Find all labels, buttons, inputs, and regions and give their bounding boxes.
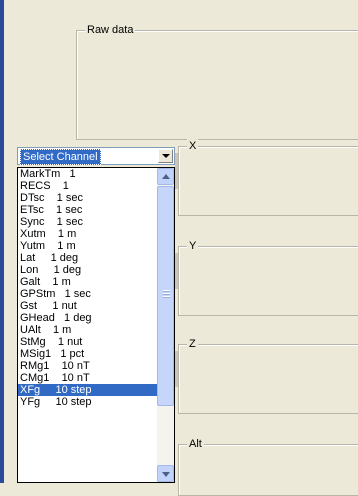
channel-list-item[interactable]: DTsc 1 sec [18,192,157,204]
y-plot-group: Y [175,239,358,316]
channel-listbox[interactable]: MarkTm 1 RECS 1 DTsc 1 sec ETsc 1 sec Sync 1… [17,167,175,483]
channel-list-item[interactable]: Lon 1 deg [18,264,157,276]
channel-list-item[interactable]: UAlt 1 m [18,324,157,336]
channel-list-item[interactable]: GHead 1 deg [18,312,157,324]
y-plot-label: Y [187,239,199,253]
channel-list-item[interactable]: ETsc 1 sec [18,204,157,216]
z-plot-group: Z [175,337,358,414]
chevron-down-icon [162,472,170,477]
plot-divider [175,153,178,189]
channel-list-item[interactable]: RMg1 10 nT [18,360,157,372]
channel-list-item[interactable]: XFg 10 step [18,384,157,396]
channel-list-item[interactable]: Gst 1 nut [18,300,157,312]
channel-select-dropdown[interactable]: Select Channel [17,147,175,165]
channel-select-value: Select Channel [20,149,101,165]
plot-divider [175,253,178,289]
channel-list-item[interactable]: RECS 1 [18,180,157,192]
channel-list-item[interactable]: CMg1 10 nT [18,372,157,384]
chevron-up-icon [162,174,170,179]
scroll-down-button[interactable] [157,465,174,482]
channel-list-item[interactable]: StMg 1 nut [18,336,157,348]
channel-list: MarkTm 1 RECS 1 DTsc 1 sec ETsc 1 sec Sync 1… [18,168,157,408]
channel-list-item[interactable]: MarkTm 1 [18,168,157,180]
scroll-thumb[interactable] [157,186,174,406]
channel-list-item[interactable]: GPStm 1 sec [18,288,157,300]
grip-line [163,293,170,295]
channel-list-item[interactable]: Sync 1 sec [18,216,157,228]
dropdown-button[interactable] [158,149,173,163]
grip-line [163,296,170,298]
channel-list-item[interactable]: YFg 10 step [18,396,157,408]
plot-divider [175,351,178,387]
channel-list-item[interactable]: Galt 1 m [18,276,157,288]
channel-list-item[interactable]: Yutm 1 m [18,240,157,252]
alt-plot-label: Alt [187,437,204,451]
raw-data-label: Raw data [85,23,136,37]
channel-list-item[interactable]: MSig1 1 pct [18,348,157,360]
alt-plot-group: Alt [178,437,358,496]
grip-line [163,290,170,292]
x-plot-label: X [187,139,199,153]
chevron-down-icon [162,154,170,158]
channel-list-item[interactable]: Lat 1 deg [18,252,157,264]
scroll-up-button[interactable] [157,168,174,185]
channel-list-item[interactable]: Xutm 1 m [18,228,157,240]
left-border-stripe [0,0,4,483]
z-plot-label: Z [187,337,198,351]
list-scrollbar[interactable] [157,168,174,482]
raw-data-group: Raw data [76,23,358,140]
x-plot-group: X [175,139,358,216]
